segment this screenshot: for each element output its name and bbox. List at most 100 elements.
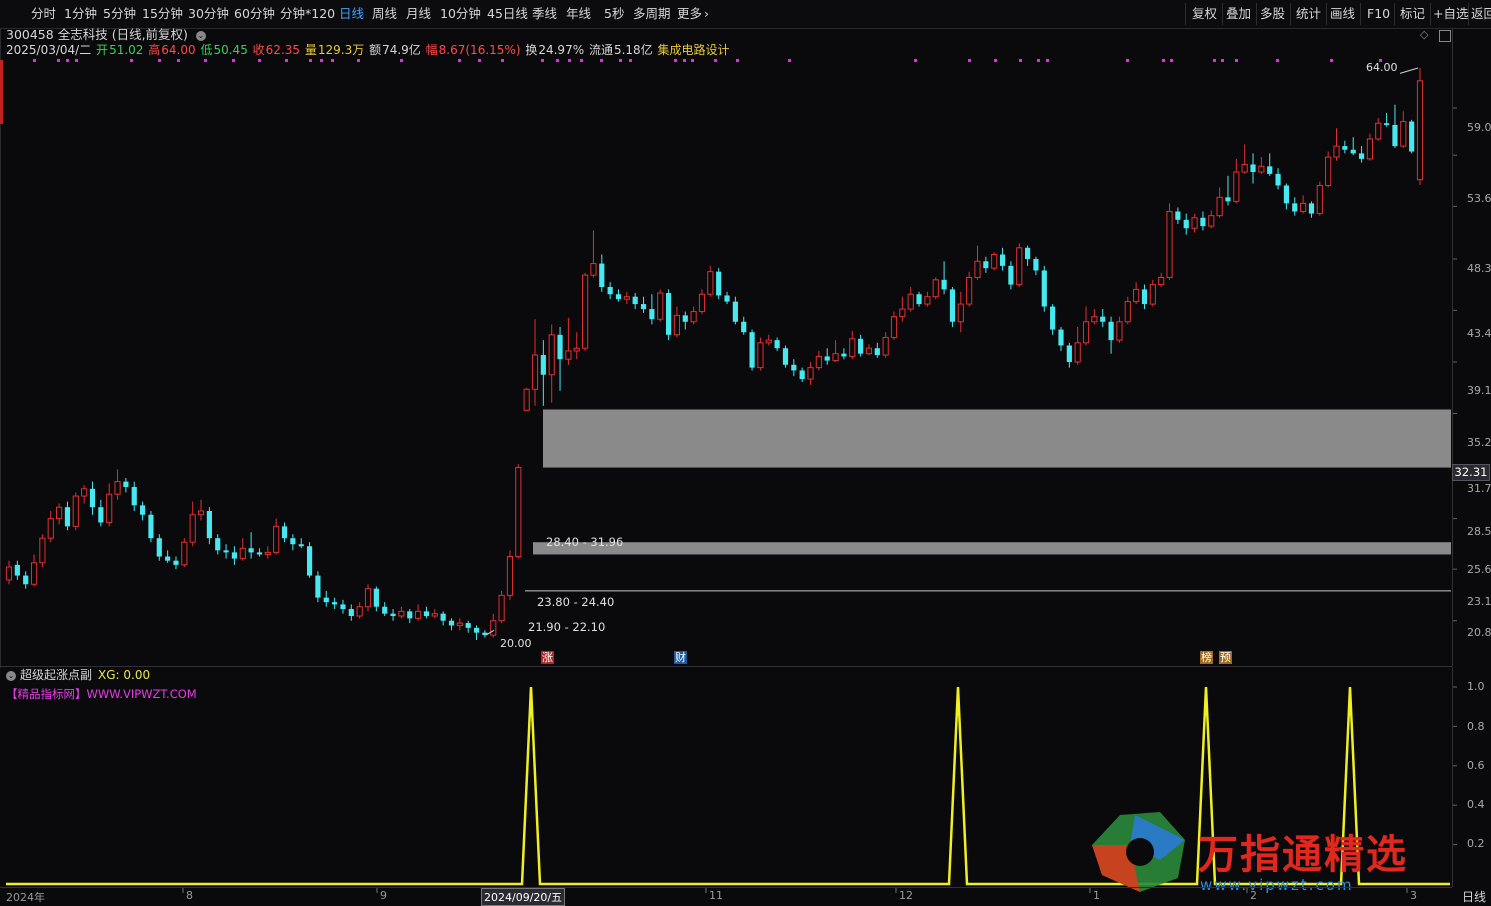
finance-tag[interactable]: 财 — [674, 651, 687, 664]
candle-body-up — [623, 296, 630, 300]
candle-body-down — [1108, 321, 1114, 341]
candle-body-down — [256, 552, 263, 555]
candle-body-up — [106, 493, 113, 523]
candle-body-down — [1008, 265, 1014, 285]
candle-body-up — [506, 556, 514, 596]
panel-divider — [0, 666, 1452, 667]
candle-body-down — [14, 564, 20, 576]
price-label: 25.6 — [1467, 563, 1491, 576]
candle-body-up — [832, 353, 839, 362]
date-label: 2024年 — [6, 891, 45, 904]
signal-marker-dot — [914, 59, 917, 62]
candle-body-up — [1400, 121, 1407, 147]
candle-body-down — [123, 481, 129, 487]
candle-body-down — [1384, 123, 1390, 125]
indicator-axis-label: 0.2 — [1467, 837, 1485, 850]
indicator-source: 【精品指标网】WWW.VIPWZT.COM — [6, 687, 197, 701]
candle-body-up — [882, 336, 889, 356]
signal-marker-dot — [309, 59, 312, 62]
candle-body-down — [841, 353, 847, 357]
signal-marker-dot — [33, 59, 36, 62]
candle-body-down — [1267, 166, 1273, 174]
candle-body-up — [690, 311, 697, 323]
signal-marker-dot — [994, 59, 997, 62]
candle-body-up — [899, 308, 906, 318]
chevron-down-icon[interactable]: ⌄ — [6, 670, 16, 681]
candle-body-up — [1074, 342, 1081, 363]
kline-chart — [5, 59, 1457, 893]
high-price-marker: 64.00 — [1366, 61, 1398, 74]
candle-body-down — [139, 505, 146, 515]
price-label: 39.1 — [1467, 384, 1491, 397]
candle-body-up — [1208, 215, 1215, 227]
crosshair-date: 2024/09/20/五 — [481, 888, 566, 906]
signal-marker-dot — [1330, 59, 1333, 62]
candle-body-down — [1350, 149, 1356, 154]
signal-marker-dot — [204, 59, 207, 62]
signal-marker-dot — [736, 59, 739, 62]
candle-body-down — [165, 556, 171, 561]
candle-body-down — [1041, 270, 1047, 307]
candle-body-down — [1409, 121, 1415, 152]
candle-body-up — [1366, 138, 1373, 160]
candle-body-down — [290, 538, 296, 545]
candle-body-down — [332, 602, 338, 605]
candle-body-down — [791, 364, 797, 371]
ranking-tag[interactable]: 榜 — [1200, 651, 1213, 664]
candle-body-up — [573, 347, 580, 352]
indicator-axis-label: 1.0 — [1467, 680, 1485, 693]
candle-body-down — [665, 293, 672, 335]
limit-up-tag[interactable]: 涨 — [541, 651, 554, 664]
candle-body-down — [732, 301, 738, 322]
candle-body-down — [465, 623, 471, 628]
candle-body-down — [716, 271, 722, 296]
signal-marker-dot — [714, 59, 717, 62]
candle-body-down — [774, 340, 780, 349]
candle-body-down — [148, 514, 154, 539]
date-label: 12 — [899, 889, 913, 902]
candle-body-up — [1191, 217, 1198, 229]
zone-lower-label: 21.90 - 22.10 — [528, 620, 606, 634]
candle-body-up — [707, 271, 714, 295]
candle-body-up — [966, 276, 973, 305]
candle-body-down — [941, 279, 947, 290]
candle-body-up — [582, 274, 589, 349]
candle-body-up — [1333, 145, 1340, 158]
candle-body-down — [1050, 306, 1056, 330]
candle-body-down — [1200, 217, 1206, 227]
candle-body-up — [114, 481, 121, 495]
candle-body-up — [698, 293, 706, 313]
candle-body-down — [1250, 164, 1256, 173]
signal-marker-dot — [400, 59, 403, 62]
candle-body-up — [757, 342, 764, 369]
signal-marker-dot — [580, 59, 583, 62]
candle-body-up — [39, 537, 46, 564]
candle-body-up — [1166, 211, 1173, 278]
zone-upper-label: 28.40 - 31.96 — [546, 535, 624, 549]
date-label: 2 — [1250, 889, 1257, 902]
signal-marker-dot — [232, 59, 235, 62]
candle-body-up — [498, 594, 505, 622]
candle-body-down — [89, 488, 96, 508]
signal-marker-dot — [75, 59, 78, 62]
signal-marker-dot — [619, 59, 622, 62]
candle-body-down — [632, 296, 638, 305]
indicator-name[interactable]: 超级起涨点副 — [20, 668, 92, 682]
signal-marker-dot — [331, 59, 334, 62]
signal-marker-dot — [683, 59, 686, 62]
candle-body-up — [590, 263, 597, 276]
candle-body-down — [782, 348, 789, 365]
candle-body-down — [1175, 211, 1181, 220]
candle-body-up — [356, 606, 363, 617]
candle-body-down — [231, 552, 238, 559]
candle-body-up — [765, 339, 772, 344]
signal-marker-dot — [1213, 59, 1216, 62]
candle-body-down — [1033, 259, 1039, 271]
forecast-tag[interactable]: 预 — [1219, 651, 1232, 664]
low-price-marker: 20.00 — [500, 637, 532, 650]
candle-body-down — [1141, 289, 1148, 305]
candle-body-up — [5, 566, 13, 581]
candle-body-down — [131, 486, 137, 506]
candle-body-up — [1091, 316, 1098, 323]
signal-marker-dot — [629, 59, 632, 62]
